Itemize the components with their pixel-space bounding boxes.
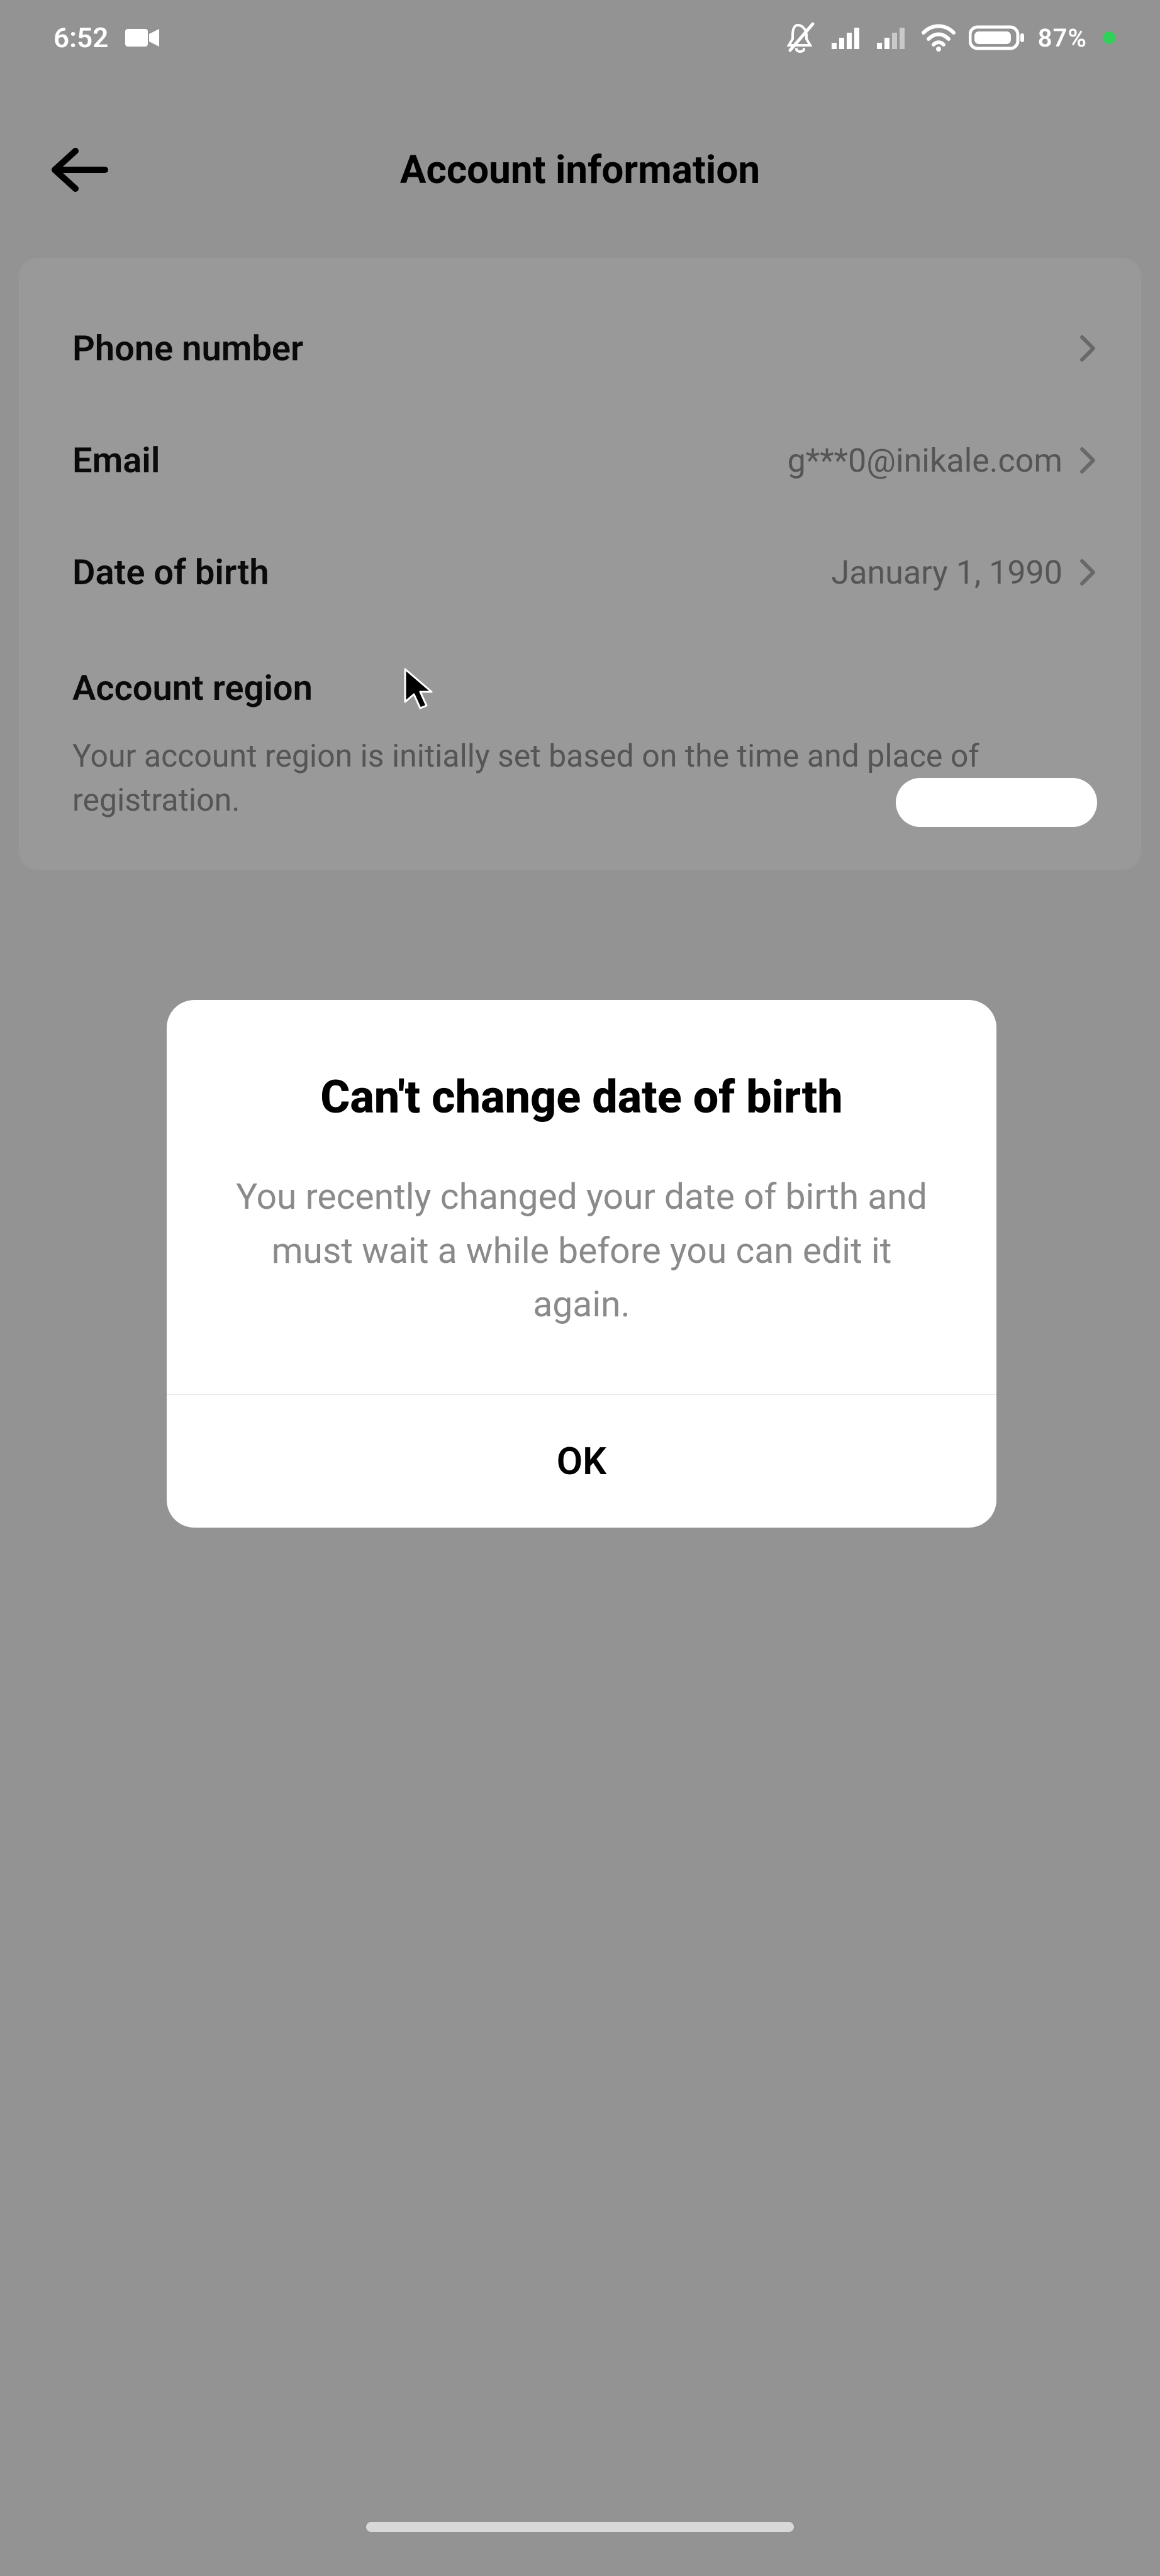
mute-icon	[785, 21, 818, 54]
modal-title: Can't change date of birth	[223, 1069, 940, 1126]
cursor-icon	[403, 667, 438, 714]
signal-icon	[876, 25, 908, 50]
status-bar: 6:52	[0, 0, 1160, 75]
battery-percentage: 87%	[1038, 23, 1087, 53]
modal-message: You recently changed your date of birth …	[223, 1170, 940, 1331]
signal-icon	[830, 25, 863, 50]
status-time: 6:52	[53, 21, 108, 54]
wifi-icon	[921, 24, 956, 52]
alert-modal: Can't change date of birth You recently …	[167, 1000, 996, 1528]
home-indicator[interactable]	[366, 2522, 794, 2532]
camera-indicator-dot	[1103, 31, 1116, 44]
ok-button[interactable]: OK	[167, 1395, 996, 1528]
video-icon	[124, 25, 162, 50]
region-value-pill[interactable]	[896, 778, 1097, 827]
battery-icon	[969, 25, 1025, 51]
